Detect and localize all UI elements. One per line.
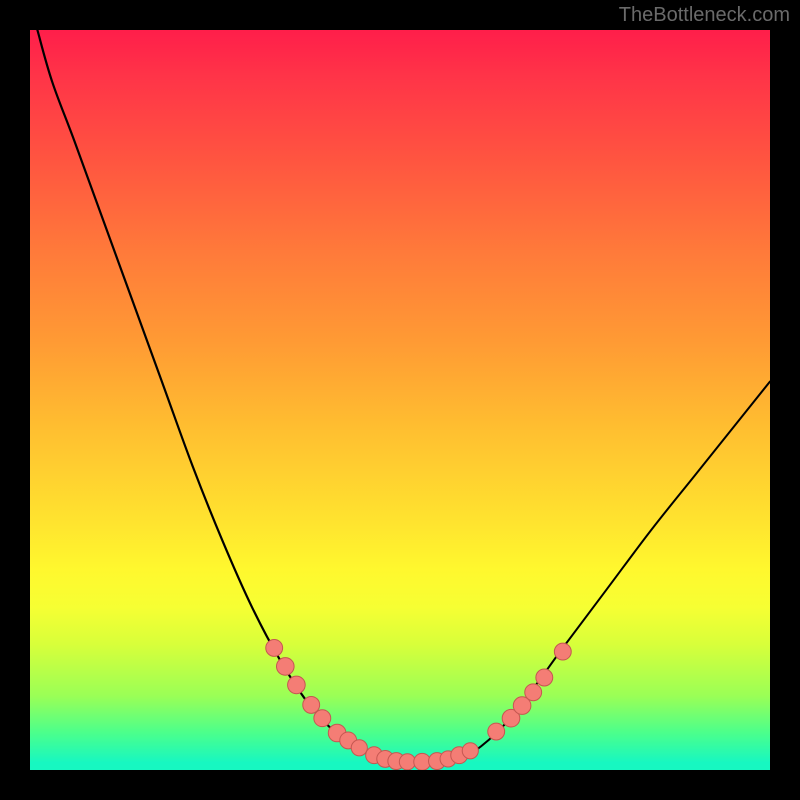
bottleneck-curve-right [437,382,770,763]
scatter-dot [266,639,283,656]
scatter-dot [288,676,306,694]
chart-svg [30,30,770,770]
watermark-text: TheBottleneck.com [619,4,790,27]
scatter-dot [525,684,542,701]
scatter-dot [554,643,571,660]
scatter-dots [266,639,571,770]
chart-frame: TheBottleneck.com [0,0,800,800]
scatter-dot [488,723,505,740]
scatter-dot [314,710,331,727]
scatter-dot [462,743,478,759]
scatter-dot [399,754,415,770]
chart-plot-area [30,30,770,770]
scatter-dot [276,658,294,676]
scatter-dot [351,740,367,756]
bottleneck-curve-left [37,30,422,763]
scatter-dot [536,669,553,686]
scatter-dot [303,696,320,713]
